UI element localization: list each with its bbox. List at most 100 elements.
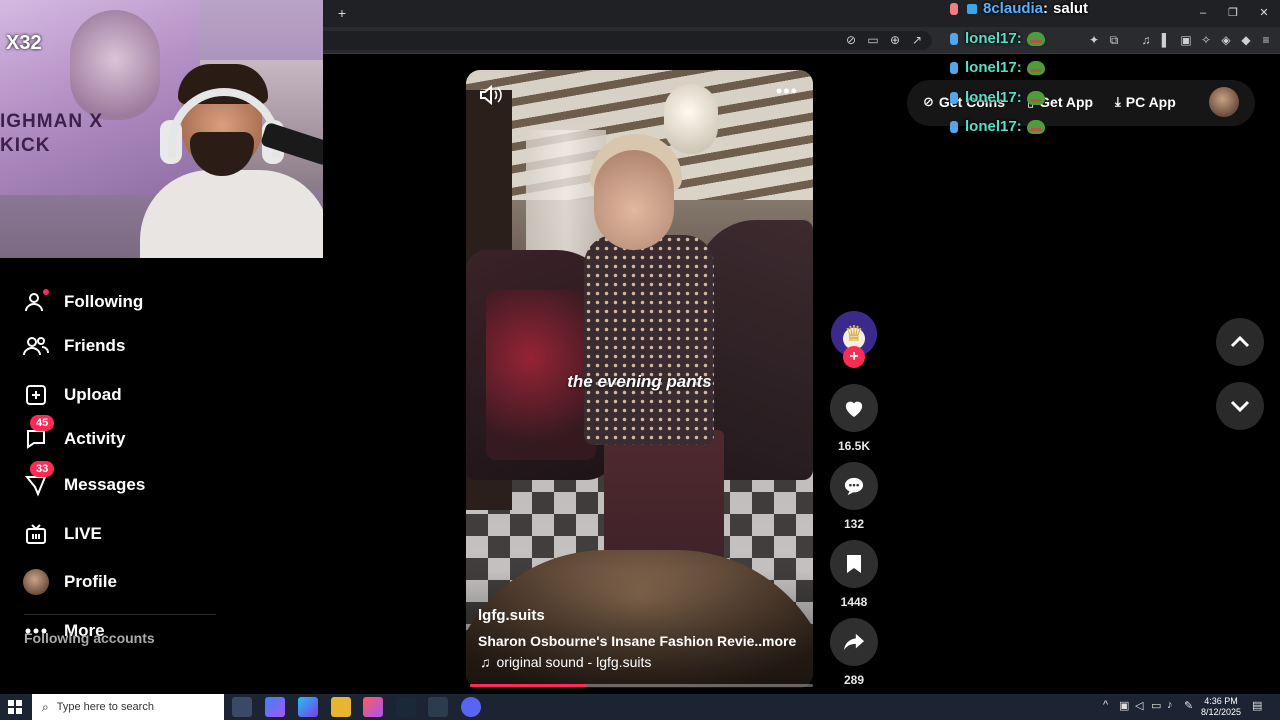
chat-message: 8claudia: salut xyxy=(947,0,1088,17)
clock-time: 4:36 PM xyxy=(1204,696,1238,706)
comment-icon xyxy=(844,477,864,496)
comment-count: 132 xyxy=(843,517,865,531)
maximize-button[interactable]: ❐ xyxy=(1218,4,1248,22)
volume-icon[interactable] xyxy=(478,84,502,106)
ai-app-icon[interactable] xyxy=(298,697,318,717)
taskbar-search[interactable]: ⌕ Type here to search xyxy=(32,694,224,720)
new-tab-button[interactable]: + xyxy=(334,5,350,21)
bookmark-icon xyxy=(847,555,861,573)
user-avatar[interactable] xyxy=(1209,87,1239,117)
music-icon[interactable]: ♫ xyxy=(1137,31,1155,49)
share-icon[interactable]: ↗ xyxy=(908,31,926,49)
activity-badge: 45 xyxy=(30,415,55,431)
sidebar-icon[interactable]: ▌ xyxy=(1157,31,1175,49)
tray-app-icon[interactable]: ▣ xyxy=(1119,699,1129,712)
address-bar[interactable] xyxy=(322,31,932,50)
video-author[interactable]: lgfg.suits xyxy=(478,607,545,624)
zoom-icon[interactable]: ⊕ xyxy=(886,31,904,49)
pepe-emote-icon xyxy=(1026,119,1045,134)
previous-video-button[interactable] xyxy=(1216,318,1264,366)
sidebar-item-label: LIVE xyxy=(64,524,102,543)
activity-icon: 45 xyxy=(22,415,55,453)
share-button[interactable] xyxy=(830,618,878,666)
sidebar-item-profile[interactable]: Profile xyxy=(22,566,117,598)
taskbar-search-placeholder: Type here to search xyxy=(56,701,154,713)
like-button[interactable] xyxy=(830,384,878,432)
extensions-icon[interactable]: ✦ xyxy=(1085,31,1103,49)
minimize-button[interactable]: – xyxy=(1188,4,1218,22)
speaker-icon[interactable]: ♪ xyxy=(1167,699,1173,711)
stream-logo: X32 xyxy=(6,32,42,54)
chat-message: lonel17: xyxy=(947,118,1045,135)
save-button[interactable] xyxy=(830,540,878,588)
comment-button[interactable] xyxy=(830,462,878,510)
sidebar-item-label: Upload xyxy=(64,385,122,404)
friends-icon xyxy=(22,332,50,360)
video-description: Sharon Osbourne's Insane Fashion Revie..… xyxy=(478,633,767,649)
pepe-emote-icon xyxy=(1026,31,1045,46)
clock-date: 8/12/2025 xyxy=(1200,707,1242,717)
user-badge-icon xyxy=(950,32,958,45)
task-view-icon[interactable] xyxy=(232,697,252,717)
wallet-icon[interactable]: ▣ xyxy=(1177,31,1195,49)
sidebar-item-label: Activity xyxy=(64,429,126,448)
notifications-icon[interactable]: ▤ xyxy=(1252,699,1262,712)
video-caption: the evening pants xyxy=(567,372,712,391)
sidebar-item-upload[interactable]: Upload xyxy=(22,379,122,411)
copilot-icon[interactable] xyxy=(265,697,285,717)
close-window-button[interactable]: ✕ xyxy=(1249,4,1279,22)
sound-name: original sound - lgfg.suits xyxy=(496,654,652,670)
sidebar-item-friends[interactable]: Friends xyxy=(22,330,125,362)
xbox-icon[interactable] xyxy=(428,697,448,717)
volume-tray-icon[interactable]: ◁ xyxy=(1135,699,1143,712)
user-badge-icon xyxy=(950,2,958,15)
user-badge-icon xyxy=(950,120,958,133)
video-progress-bar[interactable] xyxy=(470,684,813,687)
live-icon xyxy=(22,520,50,548)
vpn-icon[interactable]: ◈ xyxy=(1217,31,1235,49)
menu-icon[interactable]: ≡ xyxy=(1257,31,1275,49)
sidebar-item-messages[interactable]: 33 Messages xyxy=(22,461,146,501)
windows-start-icon[interactable] xyxy=(8,700,22,714)
video-options-icon[interactable]: ••• xyxy=(776,82,798,100)
steam-icon[interactable] xyxy=(396,697,416,717)
following-icon xyxy=(22,288,50,316)
chat-message: lonel17: xyxy=(947,89,1045,106)
cast-icon[interactable]: ▭ xyxy=(864,31,882,49)
network-icon[interactable]: ▭ xyxy=(1151,699,1161,712)
tray-chevron-icon[interactable]: ^ xyxy=(1103,699,1108,711)
description-more-link[interactable]: more xyxy=(762,633,796,649)
pc-app-button[interactable]: ⤓ PC App xyxy=(1115,94,1176,110)
sidebar-item-activity[interactable]: 45 Activity xyxy=(22,415,126,455)
heart-icon xyxy=(845,401,863,418)
follow-button[interactable]: + xyxy=(843,346,865,368)
next-video-button[interactable] xyxy=(1216,382,1264,430)
search-icon: ⌕ xyxy=(42,699,49,714)
share-count: 289 xyxy=(843,673,865,687)
streamer-webcam: IGHMAN X KICK X32 xyxy=(0,0,323,258)
upload-icon xyxy=(22,381,50,409)
chevron-up-icon xyxy=(1230,336,1250,348)
sidebar-item-following[interactable]: Following xyxy=(22,286,143,318)
file-explorer-icon[interactable] xyxy=(331,697,351,717)
music-note-icon: ♫ xyxy=(480,654,491,670)
user-badge-icon xyxy=(950,61,958,74)
video-sound[interactable]: ♫ original sound - lgfg.suits xyxy=(480,654,651,670)
coin-icon: ⊘ xyxy=(923,94,934,109)
pen-icon[interactable]: ✎ xyxy=(1184,699,1193,712)
reader-icon[interactable]: ⊘ xyxy=(842,31,860,49)
discord-icon[interactable] xyxy=(461,697,481,717)
ai-icon[interactable]: ✧ xyxy=(1197,31,1215,49)
sidebar-item-live[interactable]: LIVE xyxy=(22,518,102,550)
browser-icon[interactable] xyxy=(363,697,383,717)
chevron-down-icon xyxy=(1230,400,1250,412)
messages-badge: 33 xyxy=(30,461,55,477)
sidebar-item-label: Messages xyxy=(64,475,146,494)
taskbar-clock[interactable]: 4:36 PM 8/12/2025 xyxy=(1198,696,1244,718)
cube-icon xyxy=(967,3,977,14)
pepe-emote-icon xyxy=(1026,60,1045,75)
shield-icon[interactable]: ◆ xyxy=(1237,31,1255,49)
profile-avatar xyxy=(23,569,49,595)
poster-text: IGHMAN X KICK xyxy=(0,111,103,156)
screenshot-icon[interactable]: ⧉ xyxy=(1105,31,1123,49)
